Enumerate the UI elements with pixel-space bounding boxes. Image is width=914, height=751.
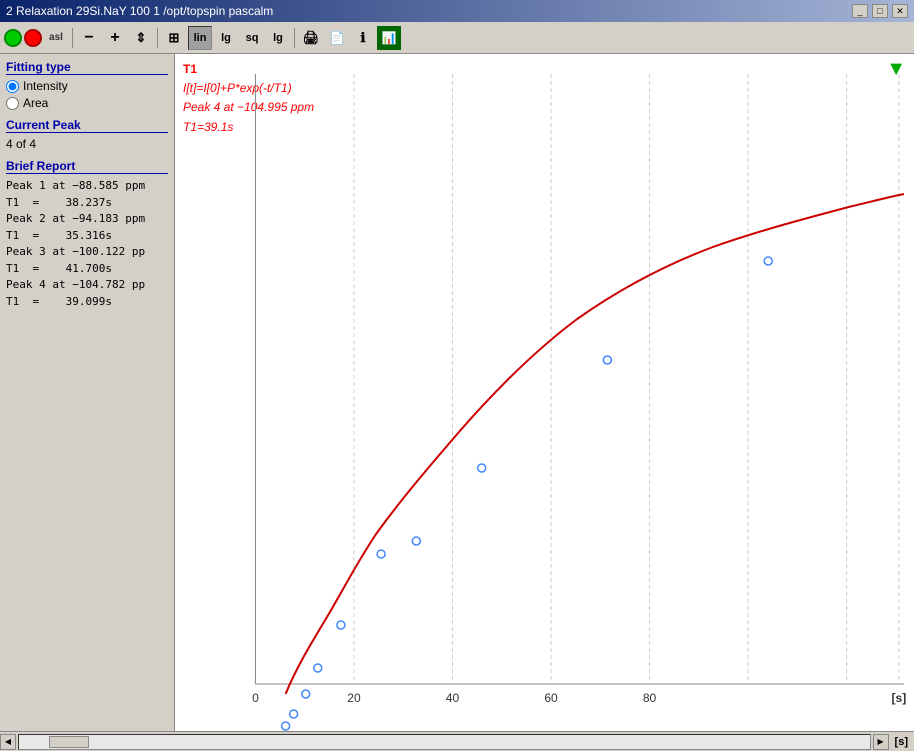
page-button[interactable]: 📄 [325, 26, 349, 50]
svg-text:60: 60 [544, 691, 558, 705]
toolbar: asl − + ⇕ ⊞ lin lg sq lg 🖨 📄 ℹ 📊 [0, 22, 914, 54]
green-circle-button[interactable] [4, 29, 22, 47]
brief-report: Peak 1 at −88.585 ppm T1 = 38.237s Peak … [6, 178, 168, 310]
maximize-button[interactable]: □ [872, 4, 888, 18]
statusbar: ◀ ▶ [s] [0, 731, 914, 751]
svg-text:0: 0 [252, 691, 259, 705]
peak3-t1: T1 = 41.700s [6, 261, 168, 278]
chart-button[interactable]: 📊 [377, 26, 401, 50]
main-content: Fitting type Intensity Area Current Peak… [0, 54, 914, 731]
chart-svg: 0 20 40 60 80 [s] [175, 54, 914, 731]
svg-text:[s]: [s] [892, 691, 907, 705]
unit-label: [s] [889, 736, 914, 748]
area-radio-item[interactable]: Area [6, 96, 168, 110]
peak3-label: Peak 3 at −100.122 pp [6, 244, 168, 261]
grid-button[interactable]: ⊞ [162, 26, 186, 50]
info-button[interactable]: ℹ [351, 26, 375, 50]
scroll-right-button[interactable]: ▶ [873, 734, 889, 750]
chart-area: T1 I[t]=I[0]+P*exp(-t/T1) Peak 4 at −104… [175, 54, 914, 731]
scroll-thumb[interactable] [49, 736, 89, 748]
intensity-label: Intensity [23, 79, 68, 93]
svg-text:20: 20 [347, 691, 361, 705]
separator-1 [72, 28, 73, 48]
area-label: Area [23, 96, 48, 110]
minus-button[interactable]: − [77, 26, 101, 50]
close-button[interactable]: ✕ [892, 4, 908, 18]
lg1-button[interactable]: lg [214, 26, 238, 50]
current-peak-label: Current Peak [6, 118, 168, 133]
brief-report-label: Brief Report [6, 159, 168, 174]
intensity-radio-item[interactable]: Intensity [6, 79, 168, 93]
peak4-t1: T1 = 39.099s [6, 294, 168, 311]
lg2-button[interactable]: lg [266, 26, 290, 50]
updown-button[interactable]: ⇕ [129, 26, 153, 50]
peak4-label: Peak 4 at −104.782 pp [6, 277, 168, 294]
print-button[interactable]: 🖨 [299, 26, 323, 50]
asl-button[interactable]: asl [44, 26, 68, 50]
peak1-t1: T1 = 38.237s [6, 195, 168, 212]
app-title: 2 Relaxation 29Si.NaY 100 1 /opt/topspin… [6, 4, 273, 18]
separator-2 [157, 28, 158, 48]
title-bar: 2 Relaxation 29Si.NaY 100 1 /opt/topspin… [0, 0, 914, 22]
sq-button[interactable]: sq [240, 26, 264, 50]
fitting-type-label: Fitting type [6, 60, 168, 75]
peak2-label: Peak 2 at −94.183 ppm [6, 211, 168, 228]
left-panel: Fitting type Intensity Area Current Peak… [0, 54, 175, 731]
peak2-t1: T1 = 35.316s [6, 228, 168, 245]
area-radio[interactable] [6, 97, 19, 110]
scroll-track[interactable] [18, 734, 871, 750]
minimize-button[interactable]: _ [852, 4, 868, 18]
peak1-label: Peak 1 at −88.585 ppm [6, 178, 168, 195]
red-circle-button[interactable] [24, 29, 42, 47]
lin-button[interactable]: lin [188, 26, 212, 50]
current-peak-value: 4 of 4 [6, 137, 168, 151]
intensity-radio[interactable] [6, 80, 19, 93]
separator-3 [294, 28, 295, 48]
plus-button[interactable]: + [103, 26, 127, 50]
fitting-type-group: Intensity Area [6, 79, 168, 110]
svg-text:80: 80 [643, 691, 657, 705]
scroll-left-button[interactable]: ◀ [0, 734, 16, 750]
svg-text:40: 40 [446, 691, 460, 705]
